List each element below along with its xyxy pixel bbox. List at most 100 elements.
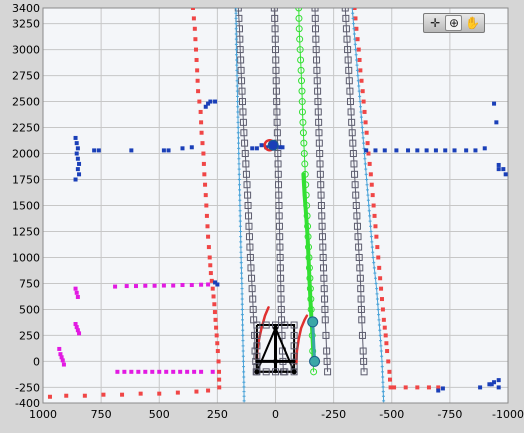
magenta-line-lower-point <box>185 369 190 374</box>
red-boundary-right-point <box>369 182 374 187</box>
magenta-line-upper-point <box>180 283 185 288</box>
red-boundary-left-point <box>190 8 195 10</box>
magenta-line-upper-point <box>143 283 148 288</box>
y-tick-label: 1750 <box>12 174 40 187</box>
y-tick-label: 750 <box>19 277 40 290</box>
red-boundary-right-point <box>358 68 363 73</box>
red-boundary-right-point <box>377 265 382 270</box>
blue-scatter-point <box>161 148 166 153</box>
blue-scatter-point <box>208 99 213 104</box>
crosshair-cursor-icon[interactable]: ✛ <box>427 15 444 31</box>
red-boundary-right-point <box>379 286 384 291</box>
red-boundary-left-point <box>214 325 219 330</box>
y-tick-label: 2750 <box>12 70 40 83</box>
x-tick-label: 750 <box>91 408 112 421</box>
x-tick-label: -1000 <box>492 408 524 421</box>
y-tick-label: 500 <box>19 303 40 316</box>
blue-scatter-point <box>501 167 506 172</box>
red-boundary-right-point <box>387 369 392 374</box>
magenta-line-upper-point <box>189 283 194 288</box>
hand-pan-icon[interactable]: ✋ <box>464 15 481 31</box>
blue-scatter-point <box>382 148 387 153</box>
blue-scatter-point <box>503 172 508 177</box>
red-boundary-left-point <box>215 341 220 346</box>
red-bottom-left-point <box>47 394 52 399</box>
blue-scatter-point <box>373 148 378 153</box>
y-tick-label: 1250 <box>12 225 40 238</box>
red-boundary-left-point <box>205 224 210 229</box>
blue-scatter-point <box>75 146 80 151</box>
magenta-line-lower-point <box>129 369 134 374</box>
magenta-scatter-point <box>74 290 79 295</box>
red-bottom-left-point <box>194 389 199 394</box>
red-bottom-right-point <box>415 385 420 390</box>
red-boundary-right-point <box>381 317 386 322</box>
blue-scatter-point <box>96 148 101 153</box>
red-boundary-left-point <box>216 359 221 364</box>
blue-scatter-point <box>77 172 82 177</box>
magenta-scatter-point <box>75 294 80 299</box>
red-boundary-left-point <box>200 141 205 146</box>
magenta-scatter-point <box>61 362 66 367</box>
red-bottom-left-point <box>138 391 143 396</box>
magenta-line-lower-point <box>164 369 169 374</box>
red-bottom-right-point <box>403 385 408 390</box>
blue-scatter-point <box>494 120 499 125</box>
y-tick-label: 1000 <box>12 251 40 264</box>
red-boundary-right-point <box>375 245 380 250</box>
red-boundary-right-point <box>365 141 370 146</box>
blue-scatter-point <box>415 148 420 153</box>
magnifier-zoom-icon[interactable]: ⊕ <box>445 15 463 31</box>
red-boundary-right-point <box>361 99 366 104</box>
red-boundary-left-point <box>206 234 211 239</box>
red-boundary-left-point <box>191 16 196 21</box>
red-boundary-left-point <box>194 57 199 62</box>
blue-scatter-point <box>213 99 218 104</box>
vehicle-vertices-point <box>273 325 278 331</box>
red-bottom-left-point <box>206 388 211 393</box>
y-tick-label: 2000 <box>12 148 40 161</box>
blue-scatter-point <box>496 378 501 383</box>
magenta-line-upper-point <box>161 283 166 288</box>
red-boundary-right-point <box>378 276 383 281</box>
red-boundary-left-point <box>197 99 202 104</box>
blue-scatter-point <box>496 167 501 172</box>
blue-scatter-point <box>496 385 501 390</box>
blue-scatter-point <box>73 177 78 182</box>
x-tick-label: -250 <box>321 408 346 421</box>
red-boundary-left-point <box>196 89 201 94</box>
magenta-line-upper-point <box>206 282 211 287</box>
vehicle-vertices-point <box>291 369 297 375</box>
red-bottom-left-point <box>64 393 69 398</box>
red-boundary-right-point <box>380 307 385 312</box>
red-boundary-right-point <box>388 377 393 382</box>
blue-scatter-point <box>129 148 134 153</box>
x-tick-label: 500 <box>149 408 170 421</box>
blue-scatter-point <box>259 143 264 148</box>
red-boundary-left-point <box>203 193 208 198</box>
y-tick-label: 1500 <box>12 200 40 213</box>
red-boundary-right-point <box>371 203 376 208</box>
chart-plot[interactable]: 1000 750 500 250 0 -250 -500 -750 -1000-400-2500… <box>0 0 524 429</box>
blue-scatter-point <box>77 161 82 166</box>
magenta-line-upper-point <box>134 284 138 289</box>
blue-scatter-point <box>452 148 457 153</box>
red-bottom-left-point <box>82 393 87 398</box>
red-boundary-right-point <box>372 213 377 218</box>
red-boundary-right-point <box>379 297 384 302</box>
blue-scatter-point <box>74 141 79 146</box>
blue-scatter-point <box>406 148 411 153</box>
red-boundary-left-point <box>203 182 208 187</box>
blue-scatter-point <box>75 156 80 161</box>
red-boundary-left-point <box>210 286 215 291</box>
blue-scatter-point <box>280 145 285 150</box>
red-bottom-left-point <box>120 392 125 397</box>
blue-scatter-point <box>394 148 399 153</box>
red-boundary-left-point <box>195 68 200 73</box>
red-boundary-right-point <box>370 193 375 198</box>
red-boundary-right-point <box>367 161 372 166</box>
red-boundary-left-point <box>204 213 209 218</box>
magenta-line-upper-point <box>113 284 118 289</box>
red-boundary-left-point <box>213 317 218 322</box>
blue-target-point <box>267 139 279 151</box>
